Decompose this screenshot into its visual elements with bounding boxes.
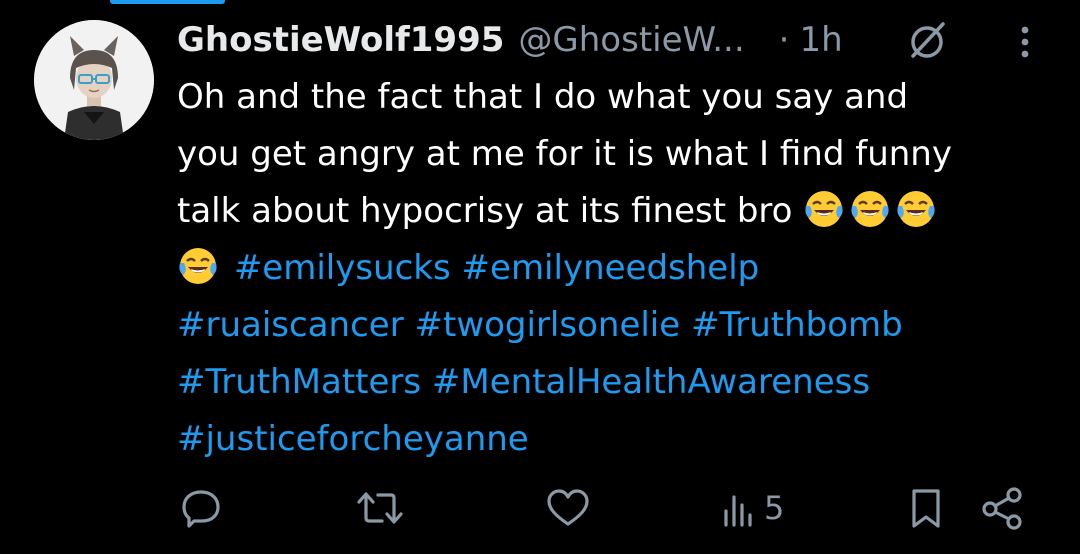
hashtag-link[interactable]: #twogirlsonelie [415,305,681,345]
face-with-tears-of-joy-icon [851,191,889,227]
more-icon[interactable] [1003,20,1047,64]
post-text-line: #TruthMatters #MentalHealthAwareness [177,354,1057,411]
separator-dot: · [778,20,790,60]
share-button[interactable] [978,478,1026,538]
face-with-tears-of-joy-icon [179,248,217,284]
repost-button[interactable] [354,478,406,538]
face-with-tears-of-joy-icon [897,191,935,227]
post-timestamp[interactable]: 1h [799,20,842,60]
user-handle[interactable]: @GhostieW... [518,20,744,60]
post-text-line: talk about hypocrisy at its finest bro [177,183,1057,240]
hashtag-link[interactable]: #justiceforcheyanne [177,419,529,459]
like-icon [547,489,589,526]
reply-button[interactable] [178,478,224,538]
hashtag-link[interactable]: #Truthbomb [691,305,903,345]
action-bar: 5 [0,478,1080,538]
post-text-line: #emilysucks #emilyneedshelp [177,240,1057,297]
avatar-image [34,20,154,140]
bookmark-icon [912,489,940,528]
post-text-line: #ruaiscancer #twogirlsonelie #Truthbomb [177,297,1057,354]
hashtag-link[interactable]: #ruaiscancer [177,305,404,345]
hashtag-link[interactable]: #TruthMatters [177,362,421,402]
bookmark-button[interactable] [906,478,946,538]
post-text-line: #justiceforcheyanne [177,411,1057,468]
share-icon [982,487,1022,530]
views-count: 5 [764,489,785,527]
post-header: GhostieWolf1995 @GhostieW... · 1h [177,14,1057,66]
hashtag-link[interactable]: #MentalHealthAwareness [432,362,870,402]
avatar[interactable] [34,20,154,140]
like-button[interactable] [544,478,592,538]
face-with-tears-of-joy-icon [805,191,843,227]
post: GhostieWolf1995 @GhostieW... · 1h Oh and… [0,0,1080,554]
hashtag-link[interactable]: #emilysucks [234,248,451,288]
post-text-segment: talk about hypocrisy at its finest bro [177,191,793,231]
post-text: Oh and the fact that I do what you say a… [177,69,1057,468]
post-text-line: you get angry at me for it is what I fin… [177,134,952,174]
views-button[interactable]: 5 [720,478,784,538]
repost-icon [357,492,403,524]
views-icon [724,495,752,527]
reply-icon [182,490,220,528]
post-text-line: Oh and the fact that I do what you say a… [177,77,909,117]
hashtag-link[interactable]: #emilyneedshelp [462,248,760,288]
display-name[interactable]: GhostieWolf1995 [177,20,504,60]
grok-icon[interactable] [903,16,951,64]
